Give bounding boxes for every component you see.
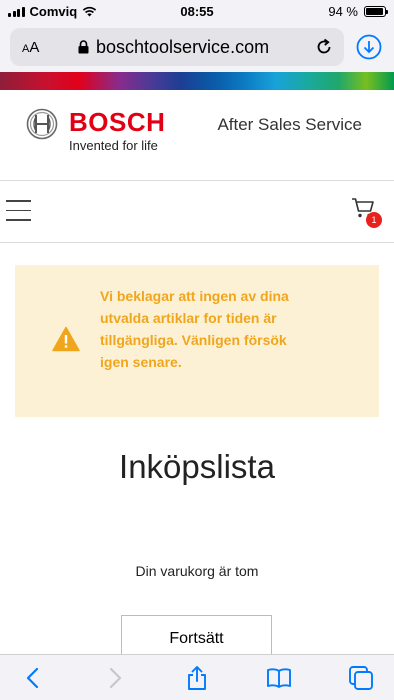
browser-toolbar: [0, 654, 394, 700]
back-icon[interactable]: [20, 665, 46, 691]
menu-icon[interactable]: [6, 200, 31, 222]
warning-icon: [52, 326, 80, 352]
site-header: BOSCH Invented for life After Sales Serv…: [0, 90, 394, 181]
section-title: After Sales Service: [217, 115, 362, 134]
bookmarks-icon[interactable]: [266, 665, 292, 691]
download-icon[interactable]: [356, 34, 382, 60]
address-bar[interactable]: AA boschtoolservice.com: [10, 28, 344, 66]
brand-color-stripe: [0, 72, 394, 90]
browser-address-area: AA boschtoolservice.com: [0, 24, 394, 72]
unavailable-alert: Vi beklagar att ingen av dina utvalda ar…: [15, 265, 379, 417]
brand-tagline: Invented for life: [69, 138, 158, 153]
battery-percent: 94 %: [328, 4, 358, 19]
page-title: Inköpslista: [119, 448, 275, 485]
empty-cart-message: Din varukorg är tom: [135, 563, 259, 579]
cart-count-badge: 1: [366, 212, 382, 228]
forward-icon[interactable]: [102, 665, 128, 691]
nav-row: 1: [0, 181, 394, 243]
brand-name[interactable]: BOSCH: [69, 107, 165, 138]
reload-icon[interactable]: [314, 37, 334, 57]
status-bar: Comviq 08:55 94 %: [0, 0, 394, 24]
lock-icon: [78, 40, 89, 54]
text-size-button[interactable]: AA: [22, 39, 39, 56]
battery-icon: [364, 6, 388, 17]
tabs-icon[interactable]: [348, 665, 374, 691]
alert-message: Vi beklagar att ingen av dina utvalda ar…: [100, 288, 289, 370]
url-text[interactable]: boschtoolservice.com: [96, 37, 269, 58]
bosch-logo-icon[interactable]: [26, 108, 58, 140]
share-icon[interactable]: [184, 665, 210, 691]
